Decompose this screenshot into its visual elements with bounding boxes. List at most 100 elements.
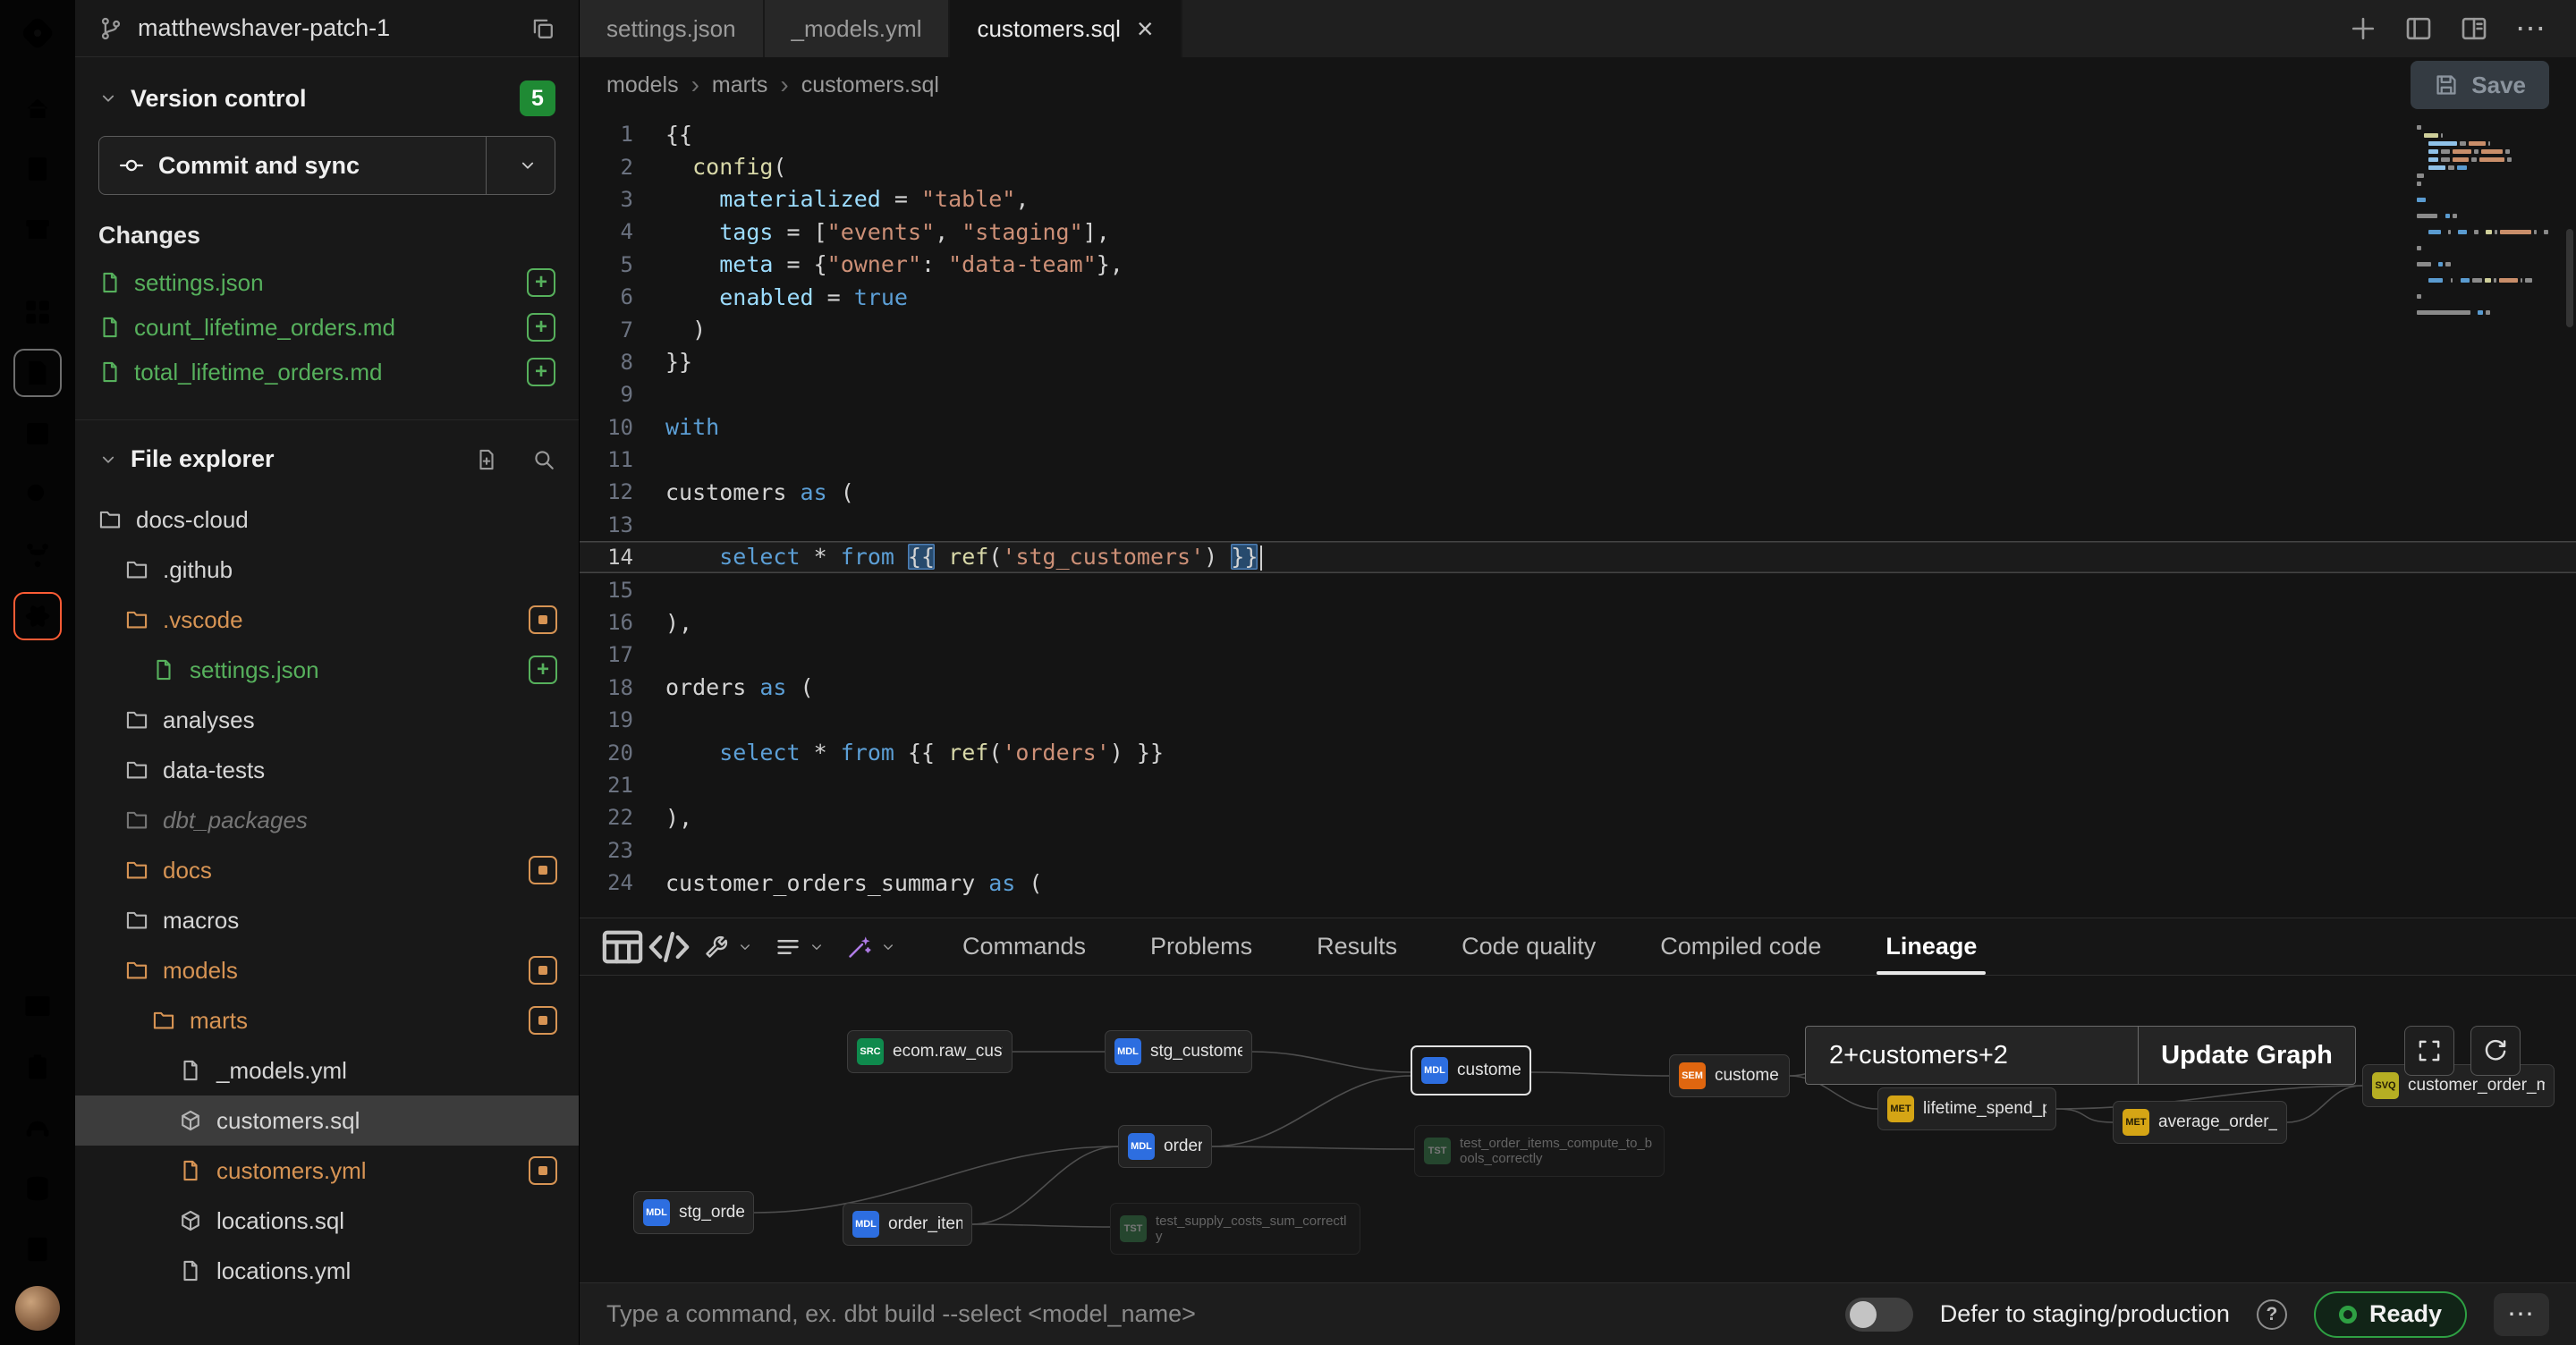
code-line-8[interactable]: 8}} — [580, 346, 2576, 378]
commit-and-sync-button[interactable]: Commit and sync — [98, 136, 555, 195]
lineage-node-stg_orders[interactable]: MDLstg_orders — [633, 1191, 754, 1234]
split-editor-icon[interactable] — [2460, 14, 2488, 43]
grid-icon[interactable] — [13, 288, 62, 336]
tree-item-settings.json[interactable]: settings.json+ — [75, 645, 579, 695]
lineage-node-customers[interactable]: MDLcustomers — [1411, 1045, 1531, 1095]
lineage-node-customers[interactable]: SEMcustomers — [1669, 1054, 1790, 1097]
code-line-20[interactable]: 20 select * from {{ ref('orders') }} — [580, 736, 2576, 768]
code-area[interactable]: 1{{2 config(3 materialized = "table",4 t… — [580, 113, 2576, 918]
code-line-17[interactable]: 17 — [580, 639, 2576, 671]
code-line-16[interactable]: 16), — [580, 606, 2576, 639]
code-line-19[interactable]: 19 — [580, 704, 2576, 736]
tree-item-docs-cloud[interactable]: docs-cloud — [75, 495, 579, 545]
tree-item-.github[interactable]: .github — [75, 545, 579, 595]
lineage-node-stg_customers[interactable]: MDLstg_customers — [1105, 1030, 1252, 1073]
tree-item-analyses[interactable]: analyses — [75, 695, 579, 745]
lineage-selector-input[interactable]: 2+customers+2 — [1805, 1026, 2138, 1085]
update-graph-button[interactable]: Update Graph — [2138, 1026, 2356, 1085]
code-line-11[interactable]: 11 — [580, 444, 2576, 476]
telescope-icon[interactable] — [13, 470, 62, 519]
copilot-icon[interactable] — [13, 592, 62, 640]
code-line-22[interactable]: 22), — [580, 801, 2576, 833]
code-line-21[interactable]: 21 — [580, 769, 2576, 801]
new-file-icon[interactable] — [475, 448, 498, 471]
lineage-node-order_items[interactable]: MDLorder_items — [843, 1203, 972, 1246]
changed-file-settings.json[interactable]: settings.json+ — [75, 260, 579, 305]
home-icon[interactable] — [13, 84, 62, 132]
fullscreen-button[interactable] — [2404, 1026, 2454, 1076]
commit-options-chevron[interactable] — [501, 137, 555, 194]
help-icon[interactable]: ? — [2257, 1299, 2287, 1330]
lineage-node-lifetime_spend_pretax[interactable]: METlifetime_spend_pretax — [1877, 1087, 2056, 1130]
tree-item-dbt_packages[interactable]: dbt_packages — [75, 795, 579, 845]
notebook-icon[interactable] — [13, 145, 62, 193]
panel-tab-Results[interactable]: Results — [1284, 918, 1429, 975]
archive-icon[interactable] — [13, 206, 62, 254]
git-fork-icon[interactable] — [13, 531, 62, 579]
lineage-node-test_order_items_compute_to_bools_correctly[interactable]: TSTtest_order_items_compute_to_bools_cor… — [1414, 1125, 1665, 1177]
code-line-6[interactable]: 6 enabled = true — [580, 281, 2576, 313]
tree-item-macros[interactable]: macros — [75, 895, 579, 945]
panel-tab-Lineage[interactable]: Lineage — [1853, 918, 2009, 975]
code-line-9[interactable]: 9 — [580, 378, 2576, 410]
tree-item-customers.yml[interactable]: customers.yml — [75, 1146, 579, 1196]
code-line-10[interactable]: 10with — [580, 411, 2576, 444]
tree-item-models[interactable]: models — [75, 945, 579, 995]
tree-item-docs[interactable]: docs — [75, 845, 579, 895]
editor-layout-icon[interactable] — [2404, 14, 2433, 43]
defer-toggle[interactable] — [1845, 1298, 1913, 1332]
branch-bar[interactable]: matthewshaver-patch-1 — [75, 0, 579, 57]
format-tool-button[interactable] — [764, 934, 835, 960]
tree-item-locations.sql[interactable]: locations.sql — [75, 1196, 579, 1246]
code-line-18[interactable]: 18orders as ( — [580, 672, 2576, 704]
version-control-header[interactable]: Version control 5 — [75, 57, 579, 129]
editor-scrollbar[interactable] — [2566, 229, 2573, 327]
marquee-icon[interactable] — [13, 410, 62, 458]
ready-status-button[interactable]: Ready — [2314, 1291, 2467, 1338]
tree-item-_models.yml[interactable]: _models.yml — [75, 1045, 579, 1095]
more-options-button[interactable]: ⋯ — [2494, 1293, 2549, 1336]
build-tool-button[interactable] — [692, 934, 764, 960]
file-explorer-header[interactable]: File explorer — [75, 419, 579, 486]
lineage-node-test_supply_costs_sum_correctly[interactable]: TSTtest_supply_costs_sum_correctly — [1110, 1203, 1360, 1255]
search-files-icon[interactable] — [532, 448, 555, 471]
panel-tab-Compiled code[interactable]: Compiled code — [1628, 918, 1853, 975]
preview-results-icon[interactable] — [599, 924, 646, 970]
refresh-lineage-button[interactable] — [2470, 1026, 2521, 1076]
panel-tab-Commands[interactable]: Commands — [930, 918, 1118, 975]
close-tab-icon[interactable]: × — [1137, 14, 1154, 43]
code-file-icon[interactable] — [13, 349, 62, 397]
panel-tab-Problems[interactable]: Problems — [1118, 918, 1284, 975]
tab-settings.json[interactable]: settings.json — [580, 0, 765, 57]
code-line-3[interactable]: 3 materialized = "table", — [580, 183, 2576, 216]
changed-file-total_lifetime_orders.md[interactable]: total_lifetime_orders.md+ — [75, 350, 579, 394]
breadcrumb-models[interactable]: models — [606, 72, 679, 98]
dbt-logo-icon[interactable] — [13, 9, 62, 57]
new-tab-icon[interactable] — [2349, 14, 2377, 43]
code-line-13[interactable]: 13 — [580, 509, 2576, 541]
code-line-7[interactable]: 7 ) — [580, 313, 2576, 345]
clipboard-icon[interactable] — [13, 1043, 62, 1091]
tree-item-marts[interactable]: marts — [75, 995, 579, 1045]
more-editor-actions[interactable]: ⋯ — [2515, 11, 2547, 47]
panel-tab-Code quality[interactable]: Code quality — [1429, 918, 1628, 975]
code-line-23[interactable]: 23 — [580, 834, 2576, 867]
headset-icon[interactable] — [13, 1104, 62, 1152]
code-line-4[interactable]: 4 tags = ["events", "staging"], — [580, 216, 2576, 248]
lineage-node-customer_order_metrics[interactable]: SVQcustomer_order_metrics — [2362, 1064, 2555, 1107]
breadcrumb-marts[interactable]: marts — [712, 72, 768, 98]
code-line-12[interactable]: 12customers as ( — [580, 476, 2576, 508]
terminal-icon[interactable] — [13, 982, 62, 1030]
database-icon[interactable] — [13, 1164, 62, 1213]
changed-file-count_lifetime_orders.md[interactable]: count_lifetime_orders.md+ — [75, 305, 579, 350]
lineage-node-average_order_value[interactable]: METaverage_order_value — [2113, 1101, 2287, 1144]
breadcrumb-customers.sql[interactable]: customers.sql — [801, 72, 939, 98]
save-button[interactable]: Save — [2411, 61, 2549, 109]
compile-code-icon[interactable] — [646, 924, 692, 970]
code-line-1[interactable]: 1{{ — [580, 118, 2576, 150]
code-line-14[interactable]: 14 select * from {{ ref('stg_customers')… — [580, 541, 2576, 573]
fix-tool-button[interactable] — [835, 934, 907, 960]
tree-item-data-tests[interactable]: data-tests — [75, 745, 579, 795]
command-input[interactable]: Type a command, ex. dbt build --select <… — [606, 1300, 1818, 1328]
copy-branch-icon[interactable] — [530, 16, 555, 41]
